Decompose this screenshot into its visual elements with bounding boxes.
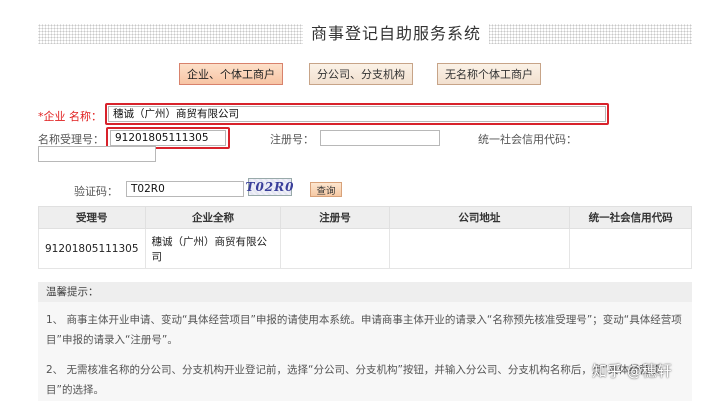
captcha-input[interactable]: T02R0 — [126, 181, 244, 197]
col-full-name: 企业全称 — [144, 206, 282, 229]
captcha-image[interactable]: T02R0 — [246, 178, 293, 196]
registration-no-label: 注册号： — [270, 133, 314, 146]
page-title: 商事登记自助服务系统 — [303, 20, 490, 44]
title-bar: 商事登记自助服务系统 — [38, 20, 692, 44]
table-row[interactable]: 91201805111305 穗诚（广州）商贸有限公司 — [38, 228, 692, 269]
tip-item-1: 1、 商事主体开业申请、变动“具体经营项目”申报的请使用本系统。申请商事主体开业… — [46, 314, 682, 346]
tab-unnamed-business[interactable]: 无名称个体工商户 — [437, 63, 541, 85]
table-header-row: 受理号 企业全称 注册号 公司地址 统一社会信用代码 — [38, 206, 692, 229]
cell-registration-no — [280, 228, 390, 269]
credit-code-input[interactable] — [38, 146, 156, 162]
highlight-box-name — [105, 103, 609, 125]
tab-enterprise[interactable]: 企业、个体工商户 — [179, 63, 283, 85]
query-button[interactable]: 查询 — [310, 182, 342, 197]
captcha-label: 验证码： — [74, 185, 118, 198]
tip-item-2: 2、 无需核准名称的分公司、分支机构开业登记前，选择“分公司、分支机构”按钮，并… — [46, 364, 661, 396]
tips-heading: 温馨提示： — [38, 282, 692, 302]
results-table: 受理号 企业全称 注册号 公司地址 统一社会信用代码 9120180511130… — [38, 206, 692, 269]
watermark: 知乎 @穗轩 — [592, 362, 672, 380]
tab-branch[interactable]: 分公司、分支机构 — [309, 63, 413, 85]
col-acceptance-no: 受理号 — [38, 206, 146, 229]
cell-full-name: 穗诚（广州）商贸有限公司 — [144, 228, 282, 269]
cell-address — [388, 228, 571, 269]
enterprise-name-label: *企业 名称： — [38, 110, 102, 123]
col-address: 公司地址 — [388, 206, 571, 229]
acceptance-no-label: 名称受理号： — [38, 133, 104, 146]
tips-panel: 1、 商事主体开业申请、变动“具体经营项目”申报的请使用本系统。申请商事主体开业… — [38, 302, 692, 401]
cell-acceptance-no: 91201805111305 — [38, 228, 146, 269]
credit-code-label: 统一社会信用代码： — [478, 133, 577, 146]
cell-credit-code — [569, 228, 692, 269]
col-credit-code: 统一社会信用代码 — [569, 206, 692, 229]
col-registration-no: 注册号 — [280, 206, 390, 229]
registration-no-input[interactable] — [320, 130, 440, 146]
